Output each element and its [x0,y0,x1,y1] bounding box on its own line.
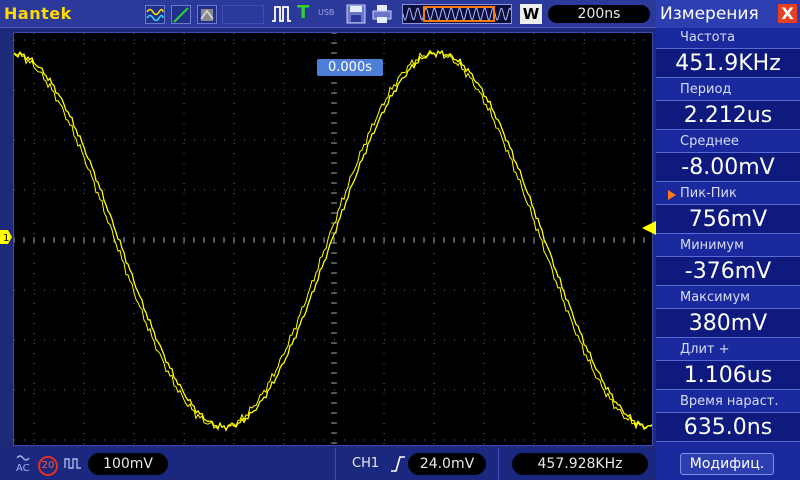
modify-button[interactable]: Модифиц. [680,453,774,475]
measurement-label-text: Пик-Пик [680,186,737,201]
brand-logo: Hantek [4,4,72,23]
measurement-label[interactable]: Максимум [656,288,800,308]
trigger-position-marker[interactable]: 0.000s [317,59,383,76]
measurement-label-text: Длит + [680,342,730,357]
coupling-label: AC [16,463,30,474]
measurement-label[interactable]: Длит + [656,340,800,360]
measurement-label[interactable]: Среднее [656,132,800,152]
timeline-window-indicator[interactable] [423,6,495,22]
measurement-label-text: Период [680,82,732,97]
ch1-volts-div[interactable]: 100mV [88,453,168,475]
measurement-label-text: Время нараст. [680,394,779,409]
trigger-level-readout[interactable]: 24.0mV [408,453,486,475]
bottom-status-bar: AC 20 100mV CH1 24.0mV 457.928KHz [0,448,656,480]
measurement-label[interactable]: Частота [656,28,800,48]
measurement-label[interactable]: Минимум [656,236,800,256]
measurement-value: 635.0ns [656,412,800,442]
pulse-icon[interactable] [270,3,292,25]
waveform-display[interactable]: 0.000s [13,32,653,446]
waveform-icon[interactable] [145,5,165,24]
measurement-label-text: Частота [680,30,736,45]
frequency-counter: 457.928KHz [512,453,648,475]
top-toolbar: Hantek T USB W 200ns [0,0,656,28]
persistence-icon[interactable] [197,5,217,24]
timebase-readout[interactable]: 200ns [548,5,650,23]
measurement-label-text: Среднее [680,134,739,149]
measurements-panel: Измерения X Частота 451.9KHz Период 2.212us… [656,0,800,480]
trigger-level-marker[interactable] [642,221,656,235]
measurement-value: 380mV [656,308,800,338]
measurement-value: -8.00mV [656,152,800,182]
print-icon[interactable] [372,4,392,24]
status-indicator [222,5,264,24]
usb-indicator: USB [318,8,335,17]
close-button[interactable]: X [778,4,797,23]
graticule [14,33,652,444]
trigger-mode-indicator: T [297,2,310,23]
ch1-marker-label: 1 [3,233,9,244]
memory-timeline[interactable] [402,4,512,24]
measurement-value: 2.212us [656,100,800,130]
measurement-label-text: Минимум [680,238,744,253]
measurement-label[interactable]: Период [656,80,800,100]
measurement-value: 756mV [656,204,800,234]
ac-coupling-icon[interactable]: AC [16,454,36,476]
divider [335,448,336,480]
measurement-label[interactable]: Время нараст. [656,392,800,412]
measurement-value: 1.106us [656,360,800,390]
rising-edge-icon[interactable] [390,454,406,474]
save-icon[interactable] [346,4,366,24]
trigger-source[interactable]: CH1 [352,456,379,471]
measurement-value: 451.9KHz [656,48,800,78]
divider [498,448,499,480]
ch1-level-marker[interactable]: 1 [0,230,12,244]
invert-icon[interactable] [64,456,82,470]
selected-arrow-icon [668,190,676,200]
measurement-label[interactable]: Пик-Пик [656,184,800,204]
measurement-value: -376mV [656,256,800,286]
measurement-label-text: Максимум [680,290,750,305]
bandwidth-limit-icon[interactable]: 20 [38,456,58,476]
wave-zoom-button[interactable]: W [520,4,542,24]
ramp-icon[interactable] [171,5,191,24]
